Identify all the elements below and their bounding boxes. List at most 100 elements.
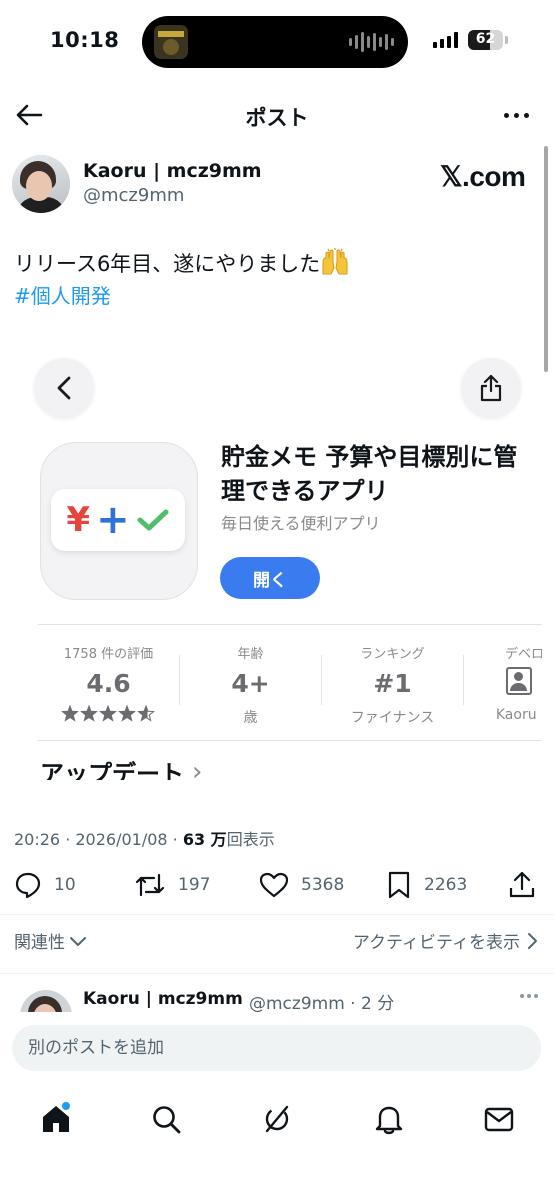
tab-bar: [0, 1082, 554, 1200]
like-count: 5368: [301, 875, 345, 895]
hashtag-link[interactable]: #個人開発: [14, 280, 111, 309]
heart-icon: [259, 872, 289, 898]
raising-hands-icon: [320, 248, 350, 275]
star-icon: [79, 704, 98, 722]
reply-count: 10: [54, 875, 76, 895]
app-store-card-image[interactable]: ¥ + 貯金メモ 予算や目標別に管理できるアプリ 毎日使える便利アプリ 開く 1…: [12, 340, 542, 780]
share-icon: [480, 374, 502, 402]
app-name: 貯金メモ 予算や目標別に管理できるアプリ: [221, 443, 518, 505]
notification-dot: [62, 1102, 70, 1110]
chevron-left-icon: [57, 376, 71, 400]
repost-button[interactable]: 197: [134, 866, 210, 904]
reply-author-name[interactable]: Kaoru | mcz9mm: [83, 989, 243, 1009]
developer-icon: [506, 667, 532, 695]
stat-label: 年齢: [237, 647, 264, 662]
reply-button[interactable]: 10: [14, 866, 76, 904]
x-watermark-logo: 𝕏.com: [440, 161, 526, 192]
activity-label: アクティビティを表示: [352, 933, 520, 953]
more-horizontal-icon: [503, 112, 509, 118]
sort-label: 関連性: [14, 933, 65, 953]
more-dot: [527, 994, 531, 998]
share-button[interactable]: [508, 866, 536, 904]
chevron-right-icon: [528, 932, 537, 949]
scroll-indicator[interactable]: [544, 146, 548, 372]
card-back-button: [34, 358, 94, 418]
stats-divider-bottom: [38, 740, 542, 741]
views-label: 回表示: [226, 830, 275, 849]
search-icon: [153, 1106, 181, 1134]
author-avatar[interactable]: [12, 155, 70, 213]
share-icon: [509, 871, 535, 898]
battery-icon: 62: [468, 30, 503, 50]
post-timestamp: 20:26 · 2026/01/08 ·: [14, 830, 183, 849]
stat-value: 4+: [231, 669, 270, 698]
view-activity-link[interactable]: アクティビティを表示: [353, 928, 538, 953]
status-bar: 10:18 62: [0, 0, 554, 84]
app-subtitle: 毎日使える便利アプリ: [221, 514, 381, 533]
open-app-button: 開く: [220, 557, 320, 599]
dynamic-island[interactable]: [142, 16, 408, 68]
post-actions: 10 197 5368 2263: [0, 866, 554, 904]
updates-link: アップデート ›: [40, 754, 203, 781]
bookmark-icon: [388, 871, 410, 899]
star-icon: [117, 704, 136, 722]
views-count: 63 万: [182, 830, 227, 849]
chevron-right-icon: ›: [192, 756, 203, 781]
stat-label: 1758 件の評価: [63, 647, 154, 662]
divider: [0, 914, 554, 915]
like-button[interactable]: 5368: [259, 866, 344, 904]
battery-tip: [505, 36, 508, 44]
post-text: リリース6年目、遂にやりました: [14, 248, 350, 280]
chevron-down-icon: [70, 936, 86, 946]
page-title: ポスト: [245, 106, 309, 130]
stat-value: 4.6: [86, 669, 131, 698]
author-handle[interactable]: @mcz9mm: [83, 185, 184, 206]
rating-stars-icon: [38, 704, 179, 727]
stat-label: デベロ: [504, 647, 542, 662]
tab-grok[interactable]: [249, 1096, 305, 1142]
tab-messages[interactable]: [471, 1096, 527, 1142]
check-icon: [137, 509, 169, 531]
sort-dropdown[interactable]: 関連性: [14, 928, 87, 953]
stat-sub: Kaoru M: [495, 707, 542, 723]
audio-waveform-icon: [349, 32, 394, 52]
star-icon: [60, 704, 79, 722]
stat-ranking: ランキング #1 ファイナンス: [322, 625, 463, 740]
status-time: 10:18: [50, 28, 120, 52]
messages-icon: [484, 1107, 514, 1132]
post-body: リリース6年目、遂にやりました: [14, 252, 321, 276]
more-dot: [523, 112, 529, 118]
yen-symbol: ¥: [66, 500, 91, 540]
card-share-button: [461, 358, 521, 418]
more-horizontal-icon: [520, 994, 524, 998]
app-icon-inner: ¥ +: [51, 489, 185, 551]
plus-symbol: +: [96, 497, 130, 543]
stat-sub: 歳: [243, 710, 258, 726]
notifications-icon: [375, 1106, 403, 1135]
star-icon: [136, 704, 155, 722]
bookmark-button[interactable]: 2263: [386, 866, 467, 904]
add-post-input[interactable]: [12, 1025, 541, 1071]
more-options-button[interactable]: [500, 104, 532, 126]
more-dot: [534, 994, 538, 998]
cellular-signal-icon: [433, 32, 458, 48]
battery-percentage: 62: [475, 31, 496, 47]
tab-search[interactable]: [138, 1096, 194, 1142]
reply-icon: [15, 872, 41, 899]
tab-notifications[interactable]: [361, 1096, 417, 1142]
stat-developer: デベロ Kaoru M: [454, 625, 542, 740]
stat-sub: ファイナンス: [350, 710, 435, 726]
reply-more-button[interactable]: [520, 994, 538, 998]
tab-home[interactable]: [28, 1096, 84, 1142]
app-icon: ¥ +: [40, 442, 198, 600]
author-name[interactable]: Kaoru | mcz9mm: [83, 160, 262, 182]
avatar-face: [26, 171, 52, 201]
repost-icon: [135, 873, 165, 897]
star-icon: [98, 704, 117, 722]
updates-label: アップデート: [40, 760, 184, 780]
stat-age: 年齢 4+ 歳: [180, 625, 321, 740]
stat-value: #1: [373, 669, 412, 698]
app-stats: 1758 件の評価 4.6 年齢 4+ 歳 ランキング #1 ファイナンス デベ…: [38, 625, 542, 740]
reply-author-handle: @mcz9mm · 2 分: [249, 994, 395, 1014]
stars-svg: [60, 704, 155, 722]
